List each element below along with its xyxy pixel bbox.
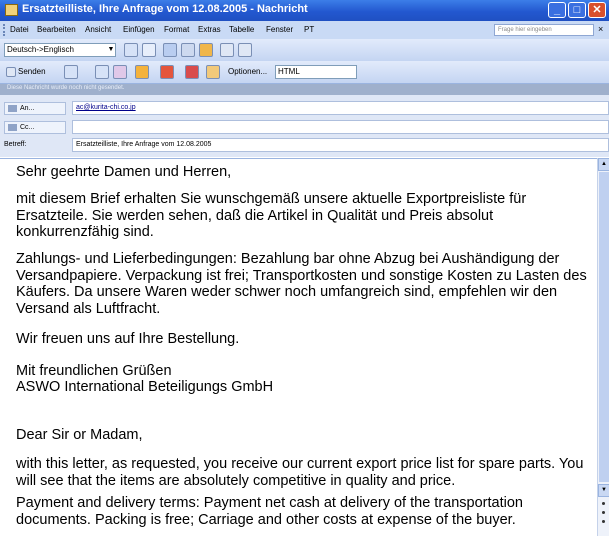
info-bar: Diese Nachricht wurde noch nicht gesende… — [0, 84, 609, 95]
body-paragraph: with this letter, as requested, you rece… — [16, 456, 584, 489]
browse-object-icon[interactable] — [602, 511, 605, 514]
menu-bar: Datei Bearbeiten Ansicht Einfügen Format… — [0, 21, 609, 40]
body-paragraph: Payment and delivery terms: Payment net … — [16, 495, 523, 528]
body-paragraph: Sehr geehrte Damen und Herren, — [16, 164, 232, 180]
options-icon[interactable] — [206, 65, 220, 79]
toolbar-grip[interactable] — [3, 24, 8, 36]
close-document-icon[interactable]: × — [598, 24, 603, 34]
layout-icon[interactable] — [163, 43, 177, 57]
maximize-button[interactable]: □ — [568, 2, 586, 18]
message-body[interactable]: Sehr geehrte Damen und Herren, mit diese… — [0, 158, 597, 537]
print-icon[interactable] — [238, 43, 252, 57]
address-book-icon — [8, 123, 17, 131]
body-paragraph: Dear Sir or Madam, — [16, 427, 143, 443]
document-icon[interactable] — [220, 43, 234, 57]
translate-select[interactable]: Deutsch->Englisch ▼ — [4, 43, 116, 57]
menu-tabelle[interactable]: Tabelle — [229, 25, 254, 34]
to-label: An... — [20, 105, 35, 112]
message-icon — [5, 4, 18, 16]
cc-field[interactable] — [72, 120, 609, 134]
vertical-scrollbar[interactable]: ▲ ▼ — [597, 158, 609, 536]
low-importance-icon[interactable] — [160, 65, 174, 79]
window-title: Ersatzteilliste, Ihre Anfrage vom 12.08.… — [22, 3, 308, 15]
dictionary-icon[interactable] — [142, 43, 156, 57]
menu-pt[interactable]: PT — [304, 25, 314, 34]
to-address[interactable]: ac@kurita-chi.co.jp — [76, 104, 136, 111]
menu-extras[interactable]: Extras — [198, 25, 221, 34]
body-paragraph: Mit freundlichen Grüßen — [16, 363, 172, 379]
cc-button[interactable]: Cc... — [4, 121, 66, 134]
subject-field[interactable]: Ersatzteilliste, Ihre Anfrage vom 12.08.… — [72, 138, 609, 152]
body-paragraph: Wir freuen uns auf Ihre Bestellung. — [16, 331, 240, 347]
info-bar-text: Diese Nachricht wurde noch nicht gesende… — [7, 85, 125, 91]
close-button[interactable]: ✕ — [588, 2, 606, 18]
subject-label: Betreff: — [4, 141, 27, 148]
menu-ansicht[interactable]: Ansicht — [85, 25, 111, 34]
menu-einfuegen[interactable]: Einfügen — [123, 25, 155, 34]
cc-label: Cc... — [20, 124, 35, 131]
browse-next-icon[interactable] — [602, 520, 605, 523]
address-book-icon[interactable] — [95, 65, 109, 79]
high-importance-icon[interactable] — [135, 65, 149, 79]
formatting-toolbar: Deutsch->Englisch ▼ — [0, 39, 609, 62]
to-button[interactable]: An... — [4, 102, 66, 115]
body-paragraph: Zahlungs- und Lieferbedingungen: Bezahlu… — [16, 251, 587, 317]
standard-toolbar: Senden Optionen... HTML — [0, 61, 609, 84]
followup-icon[interactable] — [185, 65, 199, 79]
menu-bearbeiten[interactable]: Bearbeiten — [37, 25, 76, 34]
options-button[interactable]: Optionen... — [228, 67, 267, 76]
attach-icon[interactable] — [64, 65, 78, 79]
scroll-thumb[interactable] — [599, 172, 609, 482]
scroll-up-icon[interactable]: ▲ — [598, 158, 609, 171]
picture-icon[interactable] — [199, 43, 213, 57]
body-paragraph: mit diesem Brief erhalten Sie wunschgemä… — [16, 191, 527, 240]
send-icon — [6, 67, 16, 77]
title-bar: Ersatzteilliste, Ihre Anfrage vom 12.08.… — [0, 0, 609, 21]
help-search-input[interactable]: Frage hier eingeben — [494, 24, 594, 36]
menu-format[interactable]: Format — [164, 25, 189, 34]
grid-icon[interactable] — [181, 43, 195, 57]
menu-fenster[interactable]: Fenster — [266, 25, 293, 34]
translate-icon[interactable] — [124, 43, 138, 57]
chevron-down-icon[interactable]: ▼ — [106, 45, 116, 55]
send-button[interactable]: Senden — [18, 67, 46, 76]
to-field[interactable]: ac@kurita-chi.co.jp — [72, 101, 609, 115]
body-paragraph: ASWO International Beteiligungs GmbH — [16, 379, 274, 395]
translate-select-value: Deutsch->Englisch — [7, 45, 74, 54]
scroll-down-icon[interactable]: ▼ — [598, 484, 609, 497]
flag-icon[interactable] — [113, 65, 127, 79]
address-book-icon — [8, 104, 17, 112]
minimize-button[interactable]: _ — [548, 2, 566, 18]
message-format-select[interactable]: HTML — [275, 65, 357, 79]
menu-datei[interactable]: Datei — [10, 25, 29, 34]
browse-previous-icon[interactable] — [602, 502, 605, 505]
